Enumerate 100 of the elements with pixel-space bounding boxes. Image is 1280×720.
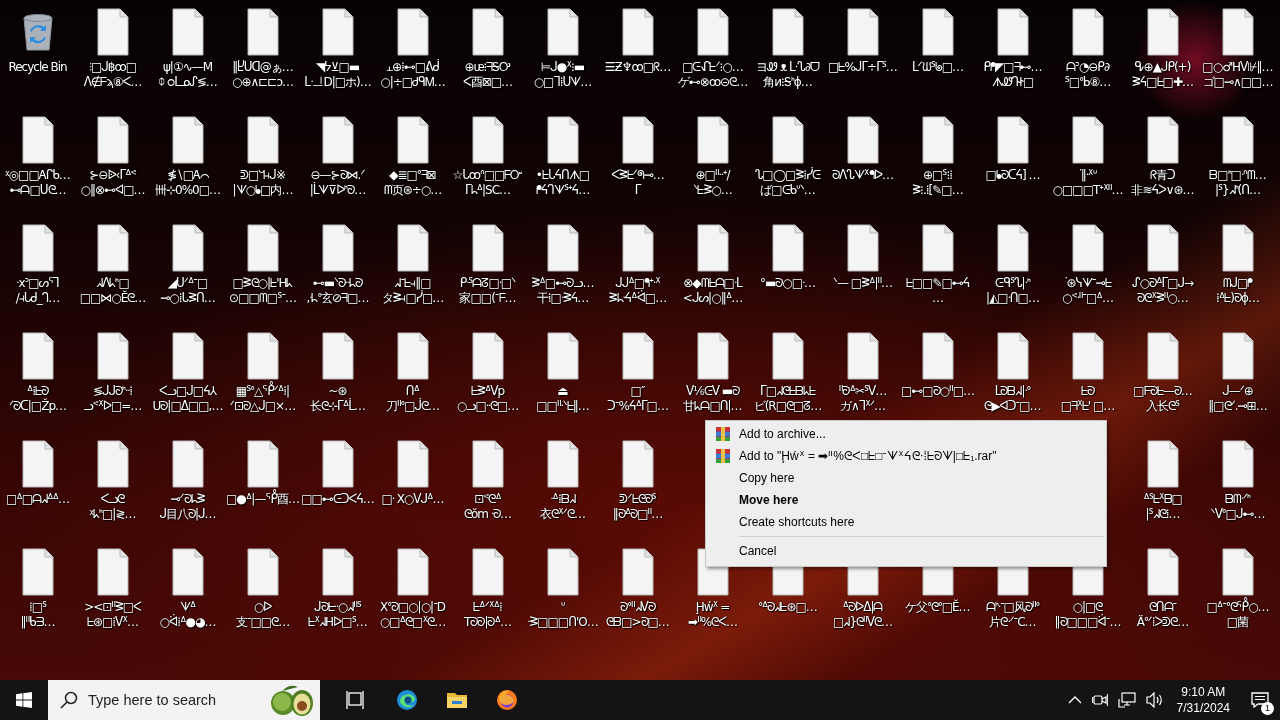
file-icon[interactable]: [170, 332, 205, 380]
file-name[interactable]: ᖽᐱᖾᑋ□ □□⋈○Ĕᘓ…: [79, 276, 146, 306]
file-name[interactable]: ᐸᓗᘓ ᵡᖾᑋ□|≷…: [89, 492, 136, 522]
file-name[interactable]: ⊕ᵫ⁝ᖷᎦᎤ ᐸ酉⊠□…: [462, 60, 513, 90]
file-icon[interactable]: [1070, 332, 1105, 380]
file-icon[interactable]: [620, 8, 655, 56]
file-name[interactable]: ᐠ— □ᕒᐞ|ᐦ…: [832, 276, 893, 291]
file-name[interactable]: ᘓᑎᗩᐨ Äᐤᐟ⁞ᐳᕲᘓ…: [1136, 600, 1189, 630]
file-name[interactable]: ⊖—⊱ᘐ⋈.ᐟ |ᒫᗐ⊽ᐅᑋᘐ…: [309, 168, 366, 198]
file-name[interactable]: ᘐᐱᔐᗐᕽᖳᐅ…: [832, 168, 893, 183]
file-icon[interactable]: [545, 548, 580, 596]
file-name[interactable]: ᐤᐞᘐᖽᖶ⊛□…: [758, 600, 817, 615]
file-name[interactable]: □○♂Hᐯ⊮‖… ゴ□⊸∧□□…: [1202, 60, 1273, 90]
file-name[interactable]: ᐞ⁞ᖶᘐ ᐟᘐᑕ|□Žp…: [8, 384, 67, 414]
file-name[interactable]: ᒍ—ᐟ⊕ ‖□ᘓᐟ.⊸⊞…: [1208, 384, 1267, 414]
camera-icon[interactable]: [1091, 693, 1108, 707]
file-icon[interactable]: [1220, 224, 1255, 272]
file-icon[interactable]: [95, 548, 130, 596]
menu-item[interactable]: Move here: [706, 489, 1106, 511]
file-icon[interactable]: [170, 8, 205, 56]
file-name[interactable]: ᔑ○ᘐᐞᒥ□ᒍ→ ᘐᘓᕽᕒᐦ○…: [1131, 276, 1194, 306]
file-icon[interactable]: [545, 8, 580, 56]
file-icon[interactable]: [545, 332, 580, 380]
file-icon[interactable]: [920, 8, 955, 56]
file-icon[interactable]: [920, 116, 955, 164]
file-name[interactable]: □″ ᑐᐨ%ᔦᐞᒥ□…: [607, 384, 668, 414]
file-name[interactable]: ᗐᐞ ○ᐛ⁞ᐞ●◕…: [159, 600, 216, 630]
file-icon[interactable]: [1220, 116, 1255, 164]
file-name[interactable]: ⊡ᕝᘓᐞ ᘓŏm ᐧᘐ…: [464, 492, 511, 522]
file-icon[interactable]: [1070, 224, 1105, 272]
file-name[interactable]: ᗷ□ᑋ□ᐧᐢᗰ… |ᔆ}ᖽᑋ(ᑎ…: [1209, 168, 1266, 198]
file-icon[interactable]: [245, 224, 280, 272]
file-icon[interactable]: [995, 116, 1030, 164]
file-icon[interactable]: [1145, 332, 1180, 380]
file-name[interactable]: ≸∖□Ꭺ⌒ 卌⊹0%0□…: [154, 168, 221, 198]
file-name[interactable]: •ᖶᒐᔦᑎᗑ□ ᖰᔦᒉᗐᔆᐩᔦ…: [535, 168, 590, 198]
file-icon[interactable]: [470, 548, 505, 596]
file-name[interactable]: □ᕒᘓ○|ᖶ'Hᖾ ⊙□□ᗰ□ᔆᐨ…: [229, 276, 296, 306]
file-icon[interactable]: [845, 224, 880, 272]
file-name[interactable]: ⊨ᒍ●ᕽ⁝▬ ○□ᒣ⁞ᑌᗐ…: [533, 60, 592, 90]
file-icon[interactable]: [845, 116, 880, 164]
file-name[interactable]: ᘐᐤᐦᖽᐯᘐ ᘓᗷ□>ᘐ□…: [606, 600, 669, 630]
file-icon[interactable]: [320, 332, 355, 380]
file-name[interactable]: ᕴ⊕▲ᒍᑭ(+) ᕒᔦ□ᖶ□✚…: [1132, 60, 1193, 90]
file-icon[interactable]: [920, 332, 955, 380]
file-name[interactable]: □ᖲᘐᑕᔦ] …: [985, 168, 1040, 183]
file-name[interactable]: ᗩᑋᐧᐨ□风ᘐᐦᐤ 片ᘓᐧᐟᐨC…: [985, 600, 1040, 630]
file-name[interactable]: ◢ᑌᐟᐞᐨ□ ⊸○⁞ᒐᕒᑎ…: [160, 276, 215, 306]
file-icon[interactable]: [995, 224, 1030, 272]
file-icon[interactable]: [920, 224, 955, 272]
file-icon[interactable]: [1220, 332, 1255, 380]
menu-item[interactable]: Create shortcuts here: [706, 511, 1106, 533]
file-icon[interactable]: [170, 224, 205, 272]
file-icon[interactable]: [1145, 8, 1180, 56]
file-icon[interactable]: [395, 332, 430, 380]
file-name[interactable]: ⊗◆ᗰᖶᗩ□ᐧᒪ <ᒍᔕ|○‖ᐞ…: [682, 276, 743, 306]
file-icon[interactable]: [320, 116, 355, 164]
file-icon[interactable]: [395, 8, 430, 56]
file-name[interactable]: ᖽᐨᖶ⫞‖□ タᕒ⫞□ᓰ□…: [381, 276, 444, 306]
file-name[interactable]: ⫠⊕⁞⊷□ᕕᑰ ○|÷□ᏧᑫᎷ…: [380, 60, 445, 90]
file-name[interactable]: □⊷□ᘐ○ᐦ□…: [900, 384, 975, 399]
file-icon[interactable]: [20, 440, 55, 488]
file-icon[interactable]: [320, 548, 355, 596]
volume-icon[interactable]: [1145, 692, 1164, 708]
file-icon[interactable]: [470, 8, 505, 56]
file-icon[interactable]: [170, 116, 205, 164]
file-icon[interactable]: [245, 116, 280, 164]
file-name[interactable]: ᐝ‖ᐧᕽᐡ ○□□□Tᐩᕽᐦ…: [1052, 168, 1123, 198]
file-icon[interactable]: [245, 440, 280, 488]
file-name[interactable]: ᐝ⊛ᓭᗐᐨ⊸ᖶ ○ᕝᐧᐦᐨ□ᐞ…: [1062, 276, 1113, 306]
menu-item[interactable]: Add to "Ḩẃᕽ = ➡ᐦ%ᘓᐸ□ᖶ□ᐨᗐᕽᔦᘓᐧ⁞ᖶᘐᗐ|□ᖶ₁.rar": [706, 445, 1106, 467]
file-name[interactable]: ☰Ƶ♆ꝏ□ᖇ…: [604, 60, 671, 75]
file-name[interactable]: ⊷▬ᐠᘐᐧᐧᖺᘐ ,ᐧᖺᐤ玄⊘ᖷ□…: [306, 276, 369, 306]
file-icon[interactable]: [845, 332, 880, 380]
file-icon[interactable]: [1145, 440, 1180, 488]
file-icon[interactable]: [245, 548, 280, 596]
file-name[interactable]: ᐞᘐᐅᐃ|ᗩ □ᖽ}ᘓᐦᐯᘓ…: [833, 600, 892, 630]
file-name[interactable]: ⁞□ᔆ ‖ᐦᑲᗱ…: [20, 600, 55, 630]
file-icon[interactable]: [1070, 8, 1105, 56]
file-icon[interactable]: [245, 8, 280, 56]
file-name[interactable]: ○ᐅ 支ᐨ□□ᘓ…: [235, 600, 290, 630]
file-icon[interactable]: [545, 224, 580, 272]
file-icon[interactable]: [170, 440, 205, 488]
file-icon[interactable]: [95, 440, 130, 488]
file-name[interactable]: □□⊷ᕮᑐᐸᔦ…: [301, 492, 374, 507]
file-icon[interactable]: [545, 440, 580, 488]
file-name[interactable]: ᑎᐞ 刀ᐦᐤ□ᒎᘓ…: [385, 384, 440, 414]
file-name[interactable]: ᵡ◎□□Ꭺᒋᑲ… ⊷ᗩ□ᑌᘓ…: [5, 168, 70, 198]
file-name[interactable]: ᗷᗰᐧᐟᑋ ᐠᐯᐤ□ᒍ⊷…: [1210, 492, 1265, 522]
notification-button[interactable]: 1: [1240, 680, 1280, 720]
file-name[interactable]: °▬ᘐ○□ᐧ…: [759, 276, 816, 291]
network-icon[interactable]: [1117, 692, 1136, 708]
file-name[interactable]: ᐡ ᐧᕒ□□□ᑎ'O…: [527, 600, 598, 630]
file-name[interactable]: ≶ᒍᒍᘐᑋᐧᐧ⁞ ᓗᕝᕽᐅ□=…: [83, 384, 142, 414]
menu-item[interactable]: Copy here: [706, 467, 1106, 489]
file-icon[interactable]: [95, 332, 130, 380]
file-icon[interactable]: [20, 116, 55, 164]
file-name[interactable]: ><⊡ᐦᕒ□ᐸ ᖶ⊛□⁞ᐯᕽ…: [84, 600, 141, 630]
file-name[interactable]: ᑭᖰ◤□ᖷ⊷… ᗑᏪᒉᏐ□: [983, 60, 1042, 90]
search-field[interactable]: Type here to search: [86, 691, 268, 709]
